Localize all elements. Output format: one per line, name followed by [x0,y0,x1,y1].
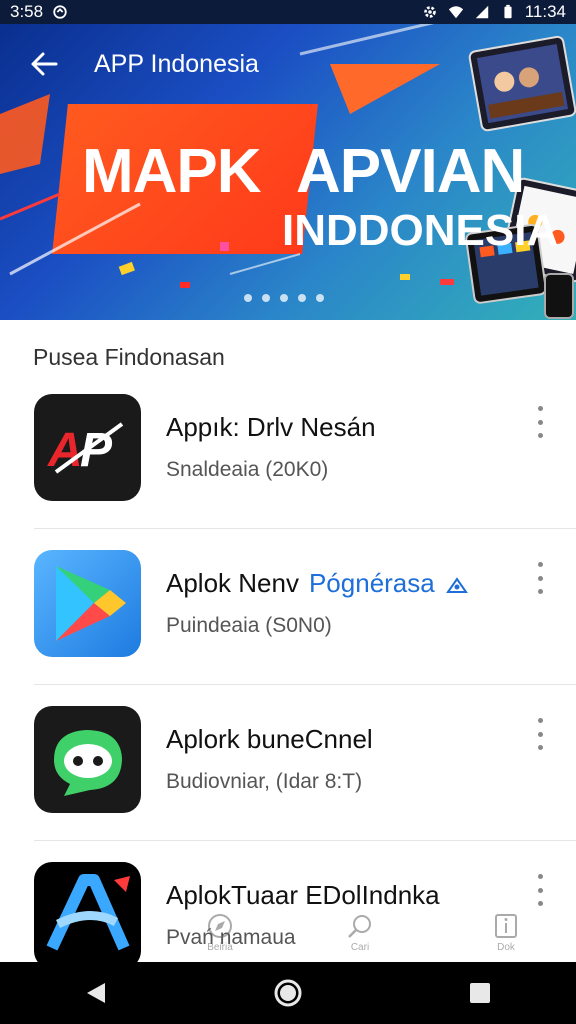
carousel-dot[interactable] [316,294,324,302]
nav-recents-button[interactable] [450,968,510,1018]
status-time-right: 11:34 [524,2,566,21]
banner-headline-3: INDDONESIA [282,206,559,255]
page-title: APP Indonesia [94,49,259,78]
more-options-button[interactable] [530,558,550,598]
bottom-tab-bar: Beiria Cari Dok [0,912,576,960]
square-recents-icon [470,983,490,1003]
carousel-dot[interactable] [244,294,252,302]
app-name: Appık: Drlv Nesán [166,412,376,442]
tab-label: Dok [497,942,515,953]
more-options-button[interactable] [530,402,550,442]
banner-headline-1: MAPK [82,137,262,206]
list-item[interactable]: Aplork buneCnnel Budiovniar, (Idar 8:T) [0,684,576,840]
hero-banner[interactable]: MAPK APVIAN INDDONESIA APP Indonesia [0,24,576,320]
tab-label: Beiria [207,942,233,953]
more-options-button[interactable] [530,870,550,910]
status-bar: 3:58 11:34 [0,0,576,24]
tab-info[interactable]: Dok [476,912,536,960]
app-name: Aplork buneCnnel [166,724,373,754]
system-nav-bar [0,962,576,1024]
ap-logo-icon: A P [34,394,141,501]
app-meta: Snaldeaia (20K0) [166,458,329,481]
battery-icon [504,4,512,19]
more-options-button[interactable] [530,714,550,754]
arrow-back-icon [31,52,58,76]
list-item[interactable]: Aplok Nenv Pógnérasa Puindeaia (S0N0) [0,528,576,684]
app-bar: APP Indonesia [0,24,576,104]
app-name-text: Aplok Nenv [166,568,299,598]
svg-text:A: A [47,424,83,477]
carousel-dot[interactable] [298,294,306,302]
carousel-indicator [244,294,324,302]
carousel-dot[interactable] [280,294,288,302]
app-tag: Pógnérasa [308,568,435,598]
triangle-back-icon [87,983,105,1003]
list-item[interactable]: A P Appık: Drlv Nesán Snaldeaia (20K0) [0,372,576,528]
circle-home-icon [274,979,302,1007]
banner-headline-2: APVIAN [296,137,525,206]
section-title: Pusea Findonasan [33,344,225,370]
tab-search[interactable]: Cari [330,912,390,960]
info-icon [495,914,517,938]
signal-icon [475,5,488,19]
sync-icon [53,5,67,19]
chat-bot-icon [34,706,141,813]
wifi-icon [448,6,463,19]
app-meta: Budiovniar, (Idar 8:T) [166,770,363,793]
app-name: AplokTuaar EDolIndnka [166,880,440,910]
nav-home-button[interactable] [258,968,318,1018]
app-meta: Puindeaia (S0N0) [166,614,332,637]
app-list-panel: Pusea Findonasan A P Appık: Drlv Nesán S… [0,320,576,969]
tab-label: Cari [350,942,370,953]
nav-back-button[interactable] [66,968,126,1018]
app-name: Aplok Nenv Pógnérasa [166,568,468,599]
status-time-left: 3:58 [10,2,44,21]
settings-icon [423,6,436,18]
compass-icon [208,914,232,938]
back-button[interactable] [20,40,68,88]
tab-browse[interactable]: Beiria [190,912,250,960]
verified-icon [446,577,468,594]
carousel-dot[interactable] [262,294,270,302]
search-icon [348,915,371,938]
play-store-icon [34,550,141,657]
